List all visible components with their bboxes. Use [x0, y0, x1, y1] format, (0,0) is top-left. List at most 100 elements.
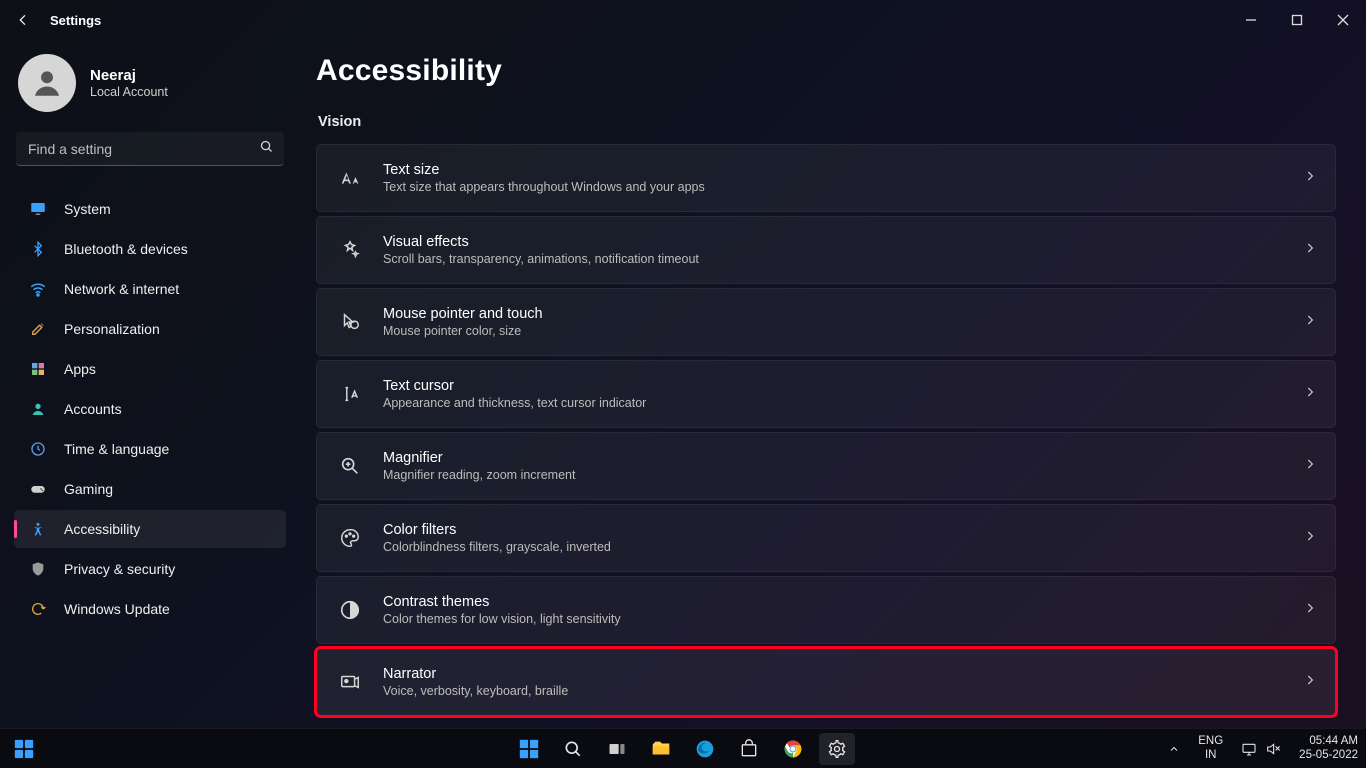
- search-input[interactable]: [16, 132, 284, 166]
- card-text-cursor[interactable]: Text cursor Appearance and thickness, te…: [316, 360, 1336, 428]
- cursor-icon: [331, 383, 369, 405]
- taskbar-start-icon[interactable]: [511, 733, 547, 765]
- sidebar-item-label: Accessibility: [64, 521, 140, 537]
- card-magnifier[interactable]: Magnifier Magnifier reading, zoom increm…: [316, 432, 1336, 500]
- sidebar-item-label: Personalization: [64, 321, 160, 337]
- chevron-right-icon: [1303, 529, 1317, 548]
- update-icon: [28, 599, 48, 619]
- clock-icon: [28, 439, 48, 459]
- taskbar-taskview-icon[interactable]: [599, 733, 635, 765]
- card-title: Contrast themes: [383, 594, 1303, 610]
- sidebar-item-label: Time & language: [64, 441, 169, 457]
- textsize-icon: [331, 167, 369, 189]
- display-icon: [28, 199, 48, 219]
- sidebar-item-windows-update[interactable]: Windows Update: [14, 590, 286, 628]
- mouse-icon: [331, 311, 369, 333]
- sidebar-item-accessibility[interactable]: Accessibility: [14, 510, 286, 548]
- card-mouse-pointer-and-touch[interactable]: Mouse pointer and touch Mouse pointer co…: [316, 288, 1336, 356]
- system-tray[interactable]: [1235, 737, 1287, 761]
- back-button[interactable]: [14, 11, 32, 29]
- taskbar-search-icon[interactable]: [555, 733, 591, 765]
- sidebar: Neeraj Local Account System Bluetooth & …: [0, 40, 300, 728]
- chevron-right-icon: [1303, 313, 1317, 332]
- start-button[interactable]: [6, 733, 42, 765]
- card-narrator[interactable]: Narrator Voice, verbosity, keyboard, bra…: [316, 648, 1336, 716]
- clock[interactable]: 05:44 AM 25-05-2022: [1299, 735, 1358, 761]
- sidebar-item-label: Apps: [64, 361, 96, 377]
- card-title: Color filters: [383, 522, 1303, 538]
- sidebar-item-label: Bluetooth & devices: [64, 241, 188, 257]
- user-name: Neeraj: [90, 67, 168, 84]
- taskbar-settings-icon[interactable]: [819, 733, 855, 765]
- user-profile[interactable]: Neeraj Local Account: [10, 54, 290, 112]
- wifi-icon: [28, 279, 48, 299]
- shield-icon: [28, 559, 48, 579]
- sidebar-item-network-internet[interactable]: Network & internet: [14, 270, 286, 308]
- sidebar-item-label: Windows Update: [64, 601, 170, 617]
- person-icon: [28, 399, 48, 419]
- chevron-right-icon: [1303, 385, 1317, 404]
- bluetooth-icon: [28, 239, 48, 259]
- taskbar-edge-icon[interactable]: [687, 733, 723, 765]
- avatar: [18, 54, 76, 112]
- main-content: Accessibility Vision Text size Text size…: [300, 40, 1366, 728]
- close-button[interactable]: [1320, 0, 1366, 40]
- chevron-right-icon: [1303, 169, 1317, 188]
- chevron-right-icon: [1303, 457, 1317, 476]
- card-subtitle: Voice, verbosity, keyboard, braille: [383, 684, 1303, 698]
- card-subtitle: Color themes for low vision, light sensi…: [383, 612, 1303, 626]
- game-icon: [28, 479, 48, 499]
- user-subtitle: Local Account: [90, 85, 168, 99]
- network-icon: [1241, 741, 1257, 757]
- volume-muted-icon: [1265, 741, 1281, 757]
- taskbar-explorer-icon[interactable]: [643, 733, 679, 765]
- sidebar-item-gaming[interactable]: Gaming: [14, 470, 286, 508]
- sidebar-item-label: Gaming: [64, 481, 113, 497]
- sidebar-item-label: System: [64, 201, 111, 217]
- maximize-button[interactable]: [1274, 0, 1320, 40]
- sidebar-item-label: Accounts: [64, 401, 122, 417]
- palette-icon: [331, 527, 369, 549]
- card-visual-effects[interactable]: Visual effects Scroll bars, transparency…: [316, 216, 1336, 284]
- sidebar-item-apps[interactable]: Apps: [14, 350, 286, 388]
- section-header-vision: Vision: [318, 114, 1336, 130]
- card-title: Text size: [383, 162, 1303, 178]
- access-icon: [28, 519, 48, 539]
- magnify-icon: [331, 455, 369, 477]
- effects-icon: [331, 239, 369, 261]
- card-title: Narrator: [383, 666, 1303, 682]
- language-indicator[interactable]: ENG IN: [1198, 735, 1223, 761]
- search-icon: [259, 139, 274, 159]
- card-text-size[interactable]: Text size Text size that appears through…: [316, 144, 1336, 212]
- sidebar-item-accounts[interactable]: Accounts: [14, 390, 286, 428]
- sidebar-item-privacy-security[interactable]: Privacy & security: [14, 550, 286, 588]
- card-subtitle: Mouse pointer color, size: [383, 324, 1303, 338]
- apps-icon: [28, 359, 48, 379]
- tray-expand-icon[interactable]: [1162, 739, 1186, 759]
- card-title: Magnifier: [383, 450, 1303, 466]
- sidebar-item-label: Privacy & security: [64, 561, 175, 577]
- card-subtitle: Text size that appears throughout Window…: [383, 180, 1303, 194]
- sidebar-item-time-language[interactable]: Time & language: [14, 430, 286, 468]
- minimize-button[interactable]: [1228, 0, 1274, 40]
- taskbar-store-icon[interactable]: [731, 733, 767, 765]
- card-subtitle: Appearance and thickness, text cursor in…: [383, 396, 1303, 410]
- window-title: Settings: [50, 13, 101, 28]
- chevron-right-icon: [1303, 673, 1317, 692]
- sidebar-item-bluetooth-devices[interactable]: Bluetooth & devices: [14, 230, 286, 268]
- card-subtitle: Scroll bars, transparency, animations, n…: [383, 252, 1303, 266]
- contrast-icon: [331, 599, 369, 621]
- sidebar-item-label: Network & internet: [64, 281, 179, 297]
- sidebar-item-system[interactable]: System: [14, 190, 286, 228]
- card-color-filters[interactable]: Color filters Colorblindness filters, gr…: [316, 504, 1336, 572]
- taskbar-chrome-icon[interactable]: [775, 733, 811, 765]
- chevron-right-icon: [1303, 601, 1317, 620]
- brush-icon: [28, 319, 48, 339]
- card-subtitle: Colorblindness filters, grayscale, inver…: [383, 540, 1303, 554]
- card-subtitle: Magnifier reading, zoom increment: [383, 468, 1303, 482]
- card-title: Visual effects: [383, 234, 1303, 250]
- sidebar-item-personalization[interactable]: Personalization: [14, 310, 286, 348]
- page-title: Accessibility: [316, 54, 1336, 88]
- card-contrast-themes[interactable]: Contrast themes Color themes for low vis…: [316, 576, 1336, 644]
- titlebar: Settings: [0, 0, 1366, 40]
